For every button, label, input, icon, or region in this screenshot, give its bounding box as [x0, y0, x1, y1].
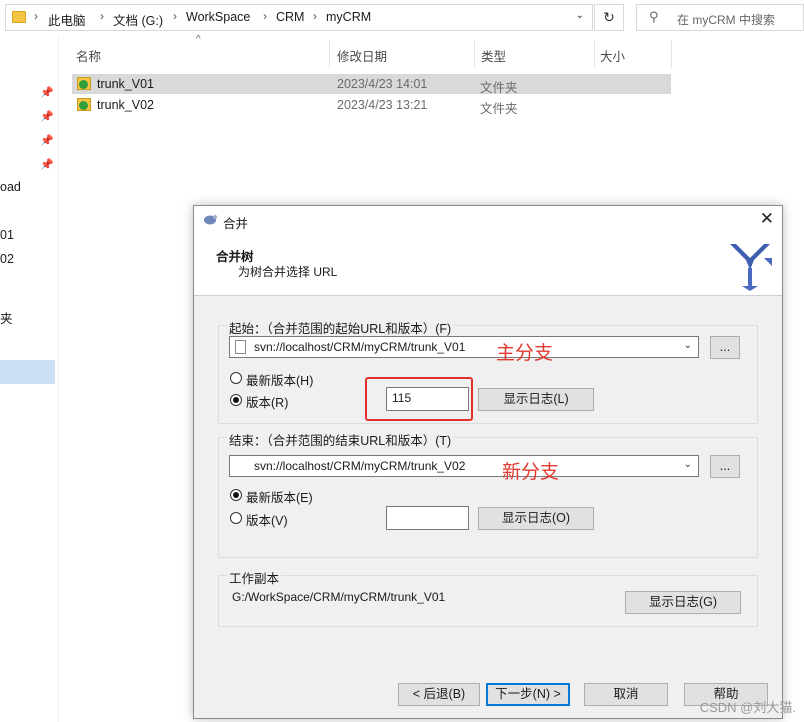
dialog-titlebar[interactable]: 合并 ✕	[194, 206, 782, 234]
breadcrumb-workspace[interactable]: WorkSpace	[186, 10, 250, 24]
file-name: trunk_V02	[97, 98, 154, 112]
working-copy-path: G:/WorkSpace/CRM/myCRM/trunk_V01	[232, 590, 446, 604]
column-header-name[interactable]: 名称	[76, 46, 101, 65]
file-type: 文件夹	[480, 81, 518, 95]
end-revision-input[interactable]	[386, 506, 469, 530]
breadcrumb-docs-drive[interactable]: 文档 (G:)	[113, 10, 163, 29]
end-url-value: svn://localhost/CRM/myCRM/trunk_V02	[254, 459, 466, 473]
end-revision-label[interactable]: 版本(V)	[246, 510, 288, 529]
chevron-down-icon[interactable]: ⌄	[684, 340, 692, 351]
end-revision-radio[interactable]	[230, 512, 242, 524]
chevron-right-icon: ›	[173, 9, 177, 23]
column-divider[interactable]	[671, 40, 672, 68]
end-latest-label[interactable]: 最新版本(E)	[246, 487, 313, 506]
start-revision-radio[interactable]	[230, 394, 242, 406]
start-group-label: 起始：（合并范围的起始URL和版本）(F)	[227, 318, 454, 337]
end-showlog-button[interactable]: 显示日志(O)	[478, 507, 594, 530]
nav-item[interactable]: oad	[0, 180, 21, 194]
column-divider[interactable]	[329, 40, 330, 68]
end-latest-radio[interactable]	[230, 489, 242, 501]
dialog-header: 合并树 为树合并选择 URL	[194, 234, 782, 296]
refresh-button[interactable]: ↻	[594, 4, 624, 31]
column-header-modified[interactable]: 修改日期	[337, 46, 387, 65]
chevron-right-icon: ›	[34, 9, 38, 23]
column-divider[interactable]	[594, 40, 595, 68]
file-modified: 2023/4/23 13:21	[337, 98, 428, 112]
file-type: 文件夹	[480, 102, 518, 116]
search-placeholder: 在 myCRM 中搜索	[677, 13, 775, 27]
pin-icon: 📌	[40, 87, 54, 99]
file-row[interactable]: trunk_V02 2023/4/23 13:21 文件夹	[72, 95, 671, 116]
search-input[interactable]: ⚲ 在 myCRM 中搜索	[636, 4, 804, 31]
start-url-combo[interactable]: svn://localhost/CRM/myCRM/trunk_V01 ⌄	[229, 336, 699, 358]
column-divider[interactable]	[474, 40, 475, 68]
back-button[interactable]: < 后退(B)	[398, 683, 480, 706]
nav-item[interactable]: 02	[0, 252, 14, 266]
column-header-type[interactable]: 类型	[481, 46, 506, 65]
nav-divider	[58, 36, 59, 722]
annotation-new-branch: 新分支	[502, 462, 560, 483]
address-bar[interactable]: › 此电脑 › 文档 (G:) › WorkSpace › CRM › myCR…	[5, 4, 593, 31]
chevron-right-icon: ›	[313, 9, 317, 23]
chevron-down-icon[interactable]: ⌄	[576, 10, 584, 21]
column-header-size[interactable]: 大小	[600, 46, 625, 65]
start-browse-button[interactable]: ...	[710, 336, 740, 359]
breadcrumb-crm[interactable]: CRM	[276, 10, 304, 24]
working-copy-showlog-button[interactable]: 显示日志(G)	[625, 591, 741, 614]
start-showlog-button[interactable]: 显示日志(L)	[478, 388, 594, 411]
watermark: CSDN @刘大猫.	[699, 700, 796, 715]
file-modified: 2023/4/23 14:01	[337, 77, 428, 91]
end-group-label: 结束：（合并范围的结束URL和版本）(T)	[227, 430, 454, 449]
start-revision-label[interactable]: 版本(R)	[246, 392, 288, 411]
chevron-right-icon: ›	[263, 9, 267, 23]
highlight-box	[365, 377, 473, 421]
document-icon	[235, 340, 246, 354]
pin-icon: 📌	[40, 135, 54, 147]
nav-item[interactable]: 01	[0, 228, 14, 242]
start-latest-radio[interactable]	[230, 372, 242, 384]
end-url-combo[interactable]: svn://localhost/CRM/myCRM/trunk_V02 ⌄	[229, 455, 699, 477]
breadcrumb-this-pc[interactable]: 此电脑	[48, 10, 86, 29]
start-latest-label[interactable]: 最新版本(H)	[246, 370, 313, 389]
dialog-title: 合并	[223, 217, 249, 231]
tortoise-icon	[204, 215, 217, 225]
pin-icon: 📌	[40, 159, 54, 171]
close-icon[interactable]: ✕	[760, 209, 774, 229]
breadcrumb-mycrm[interactable]: myCRM	[326, 10, 371, 24]
sort-up-icon: ^	[196, 34, 201, 45]
svn-folder-icon	[77, 98, 91, 111]
merge-logo-icon	[730, 244, 772, 291]
working-copy-label: 工作副本	[227, 568, 282, 587]
file-row[interactable]: trunk_V01 2023/4/23 14:01 文件夹	[72, 74, 671, 95]
folder-icon	[12, 11, 26, 23]
chevron-down-icon[interactable]: ⌄	[684, 459, 692, 470]
annotation-main-branch: 主分支	[496, 343, 554, 364]
next-button[interactable]: 下一步(N) >	[486, 683, 570, 706]
nav-item[interactable]: 夹	[0, 308, 13, 327]
pin-icon: 📌	[40, 111, 54, 123]
dialog-subheading: 为树合并选择 URL	[238, 265, 338, 279]
merge-dialog: 合并 ✕ 合并树 为树合并选择 URL 起始：（合并范围的起始URL和版本）(F…	[193, 205, 783, 719]
svn-folder-icon	[77, 77, 91, 90]
end-browse-button[interactable]: ...	[710, 455, 740, 478]
file-name: trunk_V01	[97, 77, 154, 91]
chevron-right-icon: ›	[100, 9, 104, 23]
start-url-value: svn://localhost/CRM/myCRM/trunk_V01	[254, 340, 466, 354]
cancel-button[interactable]: 取消	[584, 683, 668, 706]
nav-item-selected[interactable]	[0, 360, 55, 384]
search-icon: ⚲	[649, 9, 659, 24]
